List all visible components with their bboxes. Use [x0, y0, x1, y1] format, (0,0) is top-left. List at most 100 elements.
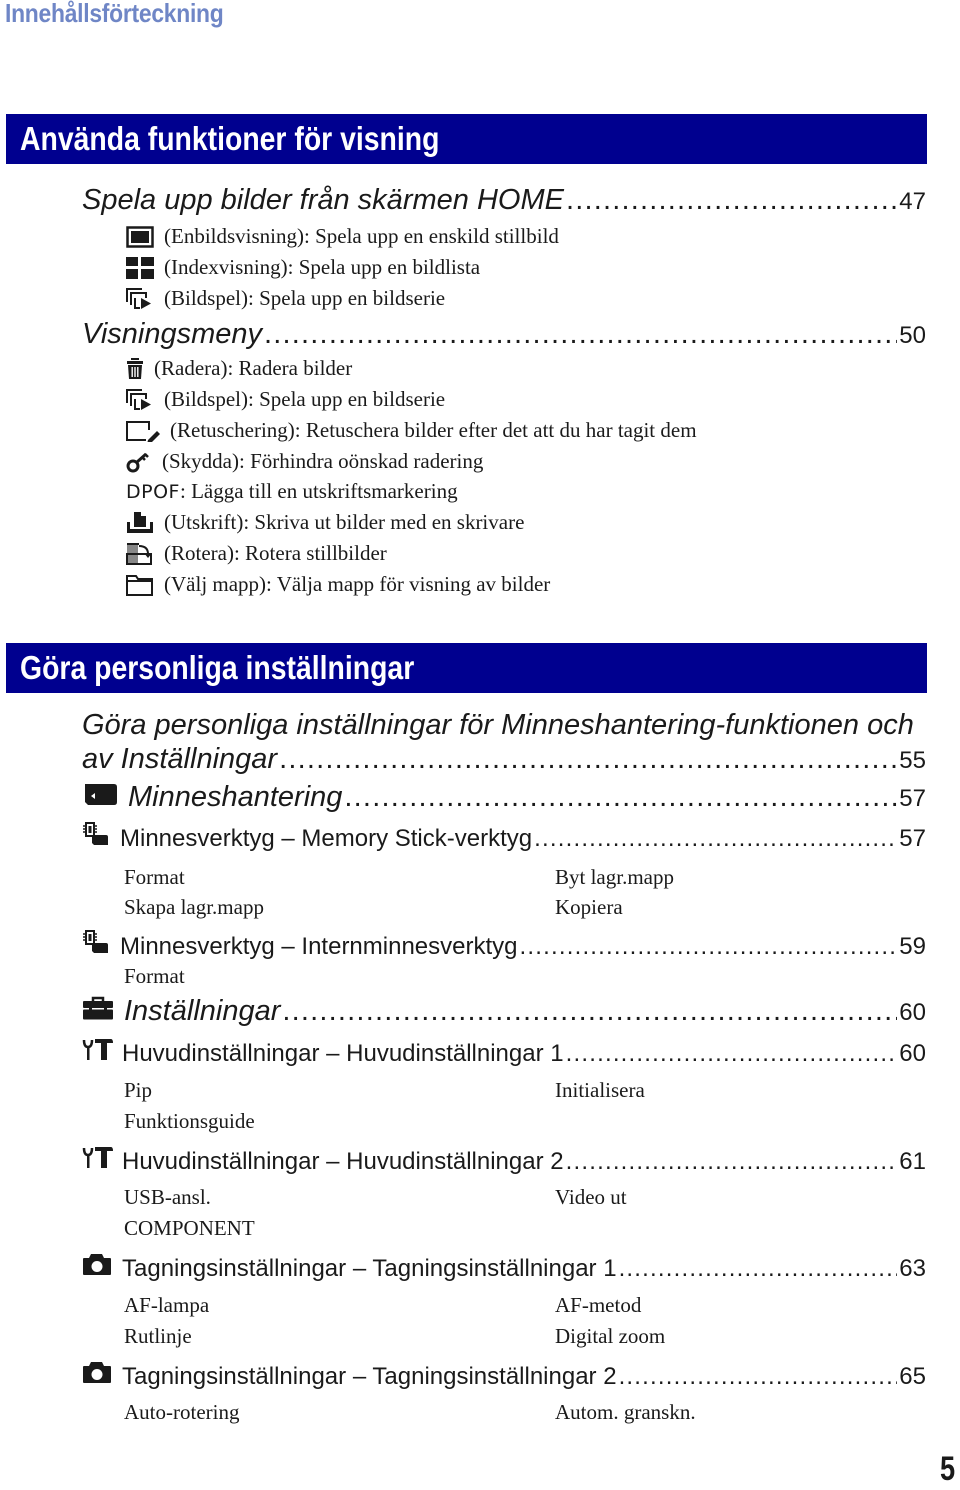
option-item[interactable]: USB-ansl.	[124, 1185, 211, 1210]
toc-entry-page: 47	[899, 188, 926, 215]
page-number: 5	[940, 1450, 956, 1488]
toc-entry-label: Minnesverktyg – Internminnesverktyg	[120, 933, 518, 960]
option-item[interactable]: AF-metod	[555, 1293, 641, 1318]
option-item[interactable]: Video ut	[555, 1185, 627, 1210]
slideshow-icon	[126, 388, 154, 411]
menu-item-text: (Rotera): Rotera stillbilder	[164, 541, 387, 565]
home-item-index[interactable]: (Indexvisning): Spela upp en bildlista	[126, 255, 480, 280]
dpof-label: DPOF	[126, 480, 180, 503]
toc-title: Innehållsförteckning	[5, 0, 224, 28]
toc-entry-memory-management[interactable]: Minneshantering 57	[82, 781, 926, 814]
toc-entry-page: 61	[899, 1148, 926, 1175]
toc-entry-page: 57	[899, 785, 926, 812]
menu-item-folder[interactable]: (Välj mapp): Välja mapp för visning av b…	[126, 572, 550, 597]
home-item-slideshow[interactable]: (Bildspel): Spela upp en bildserie	[126, 286, 445, 311]
wrench-hammer-icon	[82, 1145, 114, 1169]
toc-entry-page: 59	[899, 933, 926, 960]
trash-icon	[126, 357, 144, 380]
toc-entry-label: Visningsmeny	[82, 318, 263, 350]
option-item[interactable]: Digital zoom	[555, 1324, 665, 1349]
leader-dots	[619, 1363, 898, 1391]
wrench-hammer-icon	[82, 1037, 114, 1061]
menu-item-text: : Lägga till en utskriftsmarkering	[179, 479, 458, 503]
option-item[interactable]: Autom. granskn.	[555, 1400, 696, 1425]
toc-entry-page: 57	[899, 825, 926, 852]
toc-entry-viewing-menu[interactable]: Visningsmeny 50	[82, 318, 926, 351]
rotate-icon	[126, 542, 154, 565]
toc-entry-label: Spela upp bilder från skärmen HOME	[82, 184, 564, 216]
leader-dots	[264, 318, 897, 351]
menu-item-protect[interactable]: (Skydda): Förhindra oönskad radering	[126, 449, 483, 474]
option-item[interactable]: Format	[124, 865, 185, 890]
menu-item-retouch[interactable]: (Retuschering): Retuschera bilder efter …	[126, 418, 697, 443]
toc-entry-label: Tagningsinställningar – Tagningsinställn…	[122, 1363, 617, 1390]
option-item[interactable]: Format	[124, 964, 185, 989]
option-item[interactable]: Kopiera	[555, 895, 623, 920]
toc-entry-settings[interactable]: Inställningar 60	[82, 995, 926, 1028]
home-item-text: (Enbildsvisning): Spela upp en enskild s…	[164, 224, 559, 248]
toc-entry-page: 55	[899, 747, 926, 774]
leader-dots	[279, 743, 897, 776]
leader-dots	[619, 1255, 898, 1283]
option-item[interactable]: Pip	[124, 1078, 152, 1103]
toc-entry-label: Minnesverktyg – Memory Stick-verktyg	[120, 825, 533, 852]
folder-icon	[126, 574, 154, 596]
single-image-icon	[126, 225, 154, 248]
toc-entry-main-settings-1[interactable]: Huvudinställningar – Huvudinställningar …	[82, 1037, 926, 1068]
index-grid-icon	[126, 256, 154, 279]
leader-dots	[282, 995, 897, 1028]
option-item[interactable]: Rutlinje	[124, 1324, 192, 1349]
toc-entry-main-settings-2[interactable]: Huvudinställningar – Huvudinställningar …	[82, 1145, 926, 1176]
toc-entry-page: 65	[899, 1363, 926, 1390]
menu-item-text: (Retuschering): Retuschera bilder efter …	[170, 418, 697, 442]
toc-entry-label: Inställningar	[124, 995, 281, 1027]
toc-entry-shooting-settings-1[interactable]: Tagningsinställningar – Tagningsinställn…	[82, 1252, 926, 1283]
leader-dots	[566, 184, 897, 217]
camera-icon	[82, 1252, 112, 1276]
print-icon	[126, 511, 154, 534]
menu-item-rotate[interactable]: (Rotera): Rotera stillbilder	[126, 541, 387, 566]
menu-item-text: (Utskrift): Skriva ut bilder med en skri…	[164, 510, 525, 534]
memory-tool-icon	[82, 930, 112, 954]
option-item[interactable]: Initialisera	[555, 1078, 645, 1103]
toc-entry-shooting-settings-2[interactable]: Tagningsinställningar – Tagningsinställn…	[82, 1360, 926, 1391]
home-item-single[interactable]: (Enbildsvisning): Spela upp en enskild s…	[126, 224, 559, 249]
toc-entry-page: 60	[899, 1040, 926, 1067]
toc-entry-page: 50	[899, 322, 926, 349]
menu-item-delete[interactable]: (Radera): Radera bilder	[126, 356, 352, 381]
toolbox-icon	[82, 996, 114, 1020]
toc-entry-internal-memory-tool[interactable]: Minnesverktyg – Internminnesverktyg 59	[82, 930, 926, 961]
leader-dots	[534, 825, 897, 853]
option-item[interactable]: Funktionsguide	[124, 1109, 255, 1134]
section-banner-viewing: Använda funktioner för visning	[6, 114, 927, 164]
toc-entry-page: 63	[899, 1255, 926, 1282]
leader-dots	[520, 933, 898, 961]
leader-dots	[344, 781, 897, 814]
toc-entry-label: Tagningsinställningar – Tagningsinställn…	[122, 1255, 617, 1282]
option-item[interactable]: AF-lampa	[124, 1293, 209, 1318]
menu-item-print[interactable]: (Utskrift): Skriva ut bilder med en skri…	[126, 510, 524, 535]
toc-entry-label: Göra personliga inställningar för Minnes…	[82, 709, 914, 741]
menu-item-slideshow[interactable]: (Bildspel): Spela upp en bildserie	[126, 387, 445, 412]
toc-entry-intro-line2[interactable]: av Inställningar 55	[82, 743, 926, 776]
memory-tool-icon	[82, 822, 112, 846]
leader-dots	[566, 1040, 898, 1068]
slideshow-icon	[126, 287, 154, 310]
section-banner-title: Använda funktioner för visning	[20, 120, 440, 157]
menu-item-dpof[interactable]: DPOF : Lägga till en utskriftsmarkering	[126, 479, 458, 504]
option-item[interactable]: Byt lagr.mapp	[555, 865, 674, 890]
leader-dots	[566, 1148, 898, 1176]
option-item[interactable]: Skapa lagr.mapp	[124, 895, 264, 920]
menu-item-text: (Bildspel): Spela upp en bildserie	[164, 387, 446, 411]
section-banner-title: Göra personliga inställningar	[20, 649, 415, 686]
toc-entry-intro-line1[interactable]: Göra personliga inställningar för Minnes…	[82, 709, 926, 742]
camera-icon	[82, 1360, 112, 1384]
toc-entry-memory-stick-tool[interactable]: Minnesverktyg – Memory Stick-verktyg 57	[82, 822, 926, 853]
memory-card-icon	[82, 782, 120, 806]
menu-item-text: (Välj mapp): Välja mapp för visning av b…	[164, 572, 551, 596]
option-item[interactable]: COMPONENT	[124, 1216, 255, 1241]
toc-entry-label: Huvudinställningar – Huvudinställningar …	[122, 1148, 564, 1175]
toc-entry-home-playback[interactable]: Spela upp bilder från skärmen HOME 47	[82, 184, 926, 217]
section-banner-settings: Göra personliga inställningar	[6, 643, 927, 693]
option-item[interactable]: Auto-rotering	[124, 1400, 239, 1425]
